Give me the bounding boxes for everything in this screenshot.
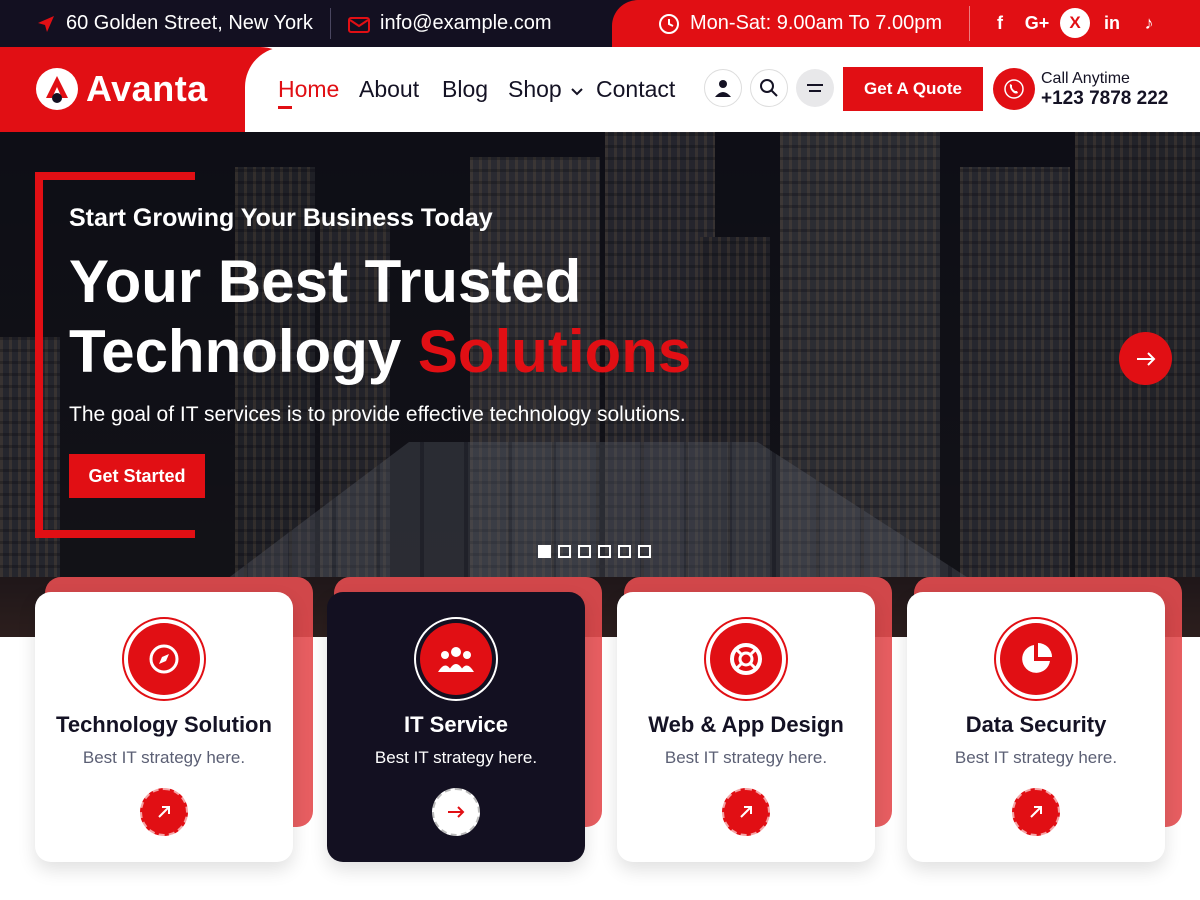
linkedin-icon[interactable]: in bbox=[1097, 8, 1127, 38]
arrow-up-right-icon bbox=[1030, 806, 1042, 818]
user-icon bbox=[715, 80, 731, 97]
card-title: Technology Solution bbox=[56, 712, 272, 737]
email-item[interactable]: info@example.com bbox=[348, 0, 551, 47]
nav-blog[interactable]: Blog bbox=[442, 74, 488, 104]
arrow-right-icon bbox=[1136, 351, 1155, 366]
tiktok-icon[interactable]: ♪ bbox=[1134, 8, 1164, 38]
hero-description: The goal of IT services is to provide ef… bbox=[69, 403, 686, 426]
slider-dots bbox=[538, 545, 651, 558]
hero-frame-left bbox=[35, 172, 43, 538]
slider-dot[interactable] bbox=[618, 545, 631, 558]
email-text[interactable]: info@example.com bbox=[380, 12, 551, 35]
pie-chart-icon bbox=[1022, 643, 1052, 673]
topbar-red-panel: Mon-Sat: 9.00am To 7.00pm f G+ X in ♪ bbox=[612, 0, 1200, 47]
clock-icon bbox=[659, 13, 679, 34]
menu-button[interactable] bbox=[796, 69, 834, 107]
hero-slider: Start Growing Your Business Today Your B… bbox=[0, 132, 1200, 637]
topbar-divider bbox=[330, 8, 331, 39]
slider-dot[interactable] bbox=[558, 545, 571, 558]
arrow-up-right-icon bbox=[158, 806, 170, 818]
call-number[interactable]: +123 7878 222 bbox=[1041, 88, 1168, 110]
nav-active-underline bbox=[278, 106, 292, 109]
arrow-up-right-icon bbox=[740, 806, 752, 818]
menu-icon bbox=[807, 84, 823, 92]
card-arrow-button[interactable] bbox=[432, 788, 480, 836]
logo-text[interactable]: Avanta bbox=[86, 67, 208, 111]
nav-about[interactable]: About bbox=[359, 74, 419, 104]
phone-icon bbox=[993, 68, 1035, 110]
call-label: Call Anytime bbox=[1041, 70, 1130, 87]
card-arrow-button[interactable] bbox=[140, 788, 188, 836]
top-bar: 60 Golden Street, New York info@example.… bbox=[0, 0, 1200, 47]
hero-title-highlight: Solutions bbox=[417, 318, 692, 385]
chevron-down-icon bbox=[571, 88, 583, 96]
service-card-it-service[interactable]: IT Service Best IT strategy here. bbox=[327, 592, 585, 862]
google-plus-icon[interactable]: G+ bbox=[1022, 8, 1052, 38]
hours-text: Mon-Sat: 9.00am To 7.00pm bbox=[690, 12, 942, 34]
lifebuoy-icon bbox=[730, 643, 762, 675]
card-arrow-button[interactable] bbox=[1012, 788, 1060, 836]
slider-dot[interactable] bbox=[578, 545, 591, 558]
card-title: Web & App Design bbox=[648, 712, 844, 737]
address-text: 60 Golden Street, New York bbox=[66, 12, 313, 34]
users-icon bbox=[438, 647, 474, 672]
card-icon-ring bbox=[122, 617, 206, 701]
get-a-quote-button[interactable]: Get A Quote bbox=[843, 67, 983, 111]
nav-shop[interactable]: Shop bbox=[508, 74, 584, 104]
card-text: Best IT strategy here. bbox=[664, 748, 828, 767]
hours-item: Mon-Sat: 9.00am To 7.00pm bbox=[658, 0, 942, 47]
card-arrow-button[interactable] bbox=[722, 788, 770, 836]
page: 60 Golden Street, New York info@example.… bbox=[0, 0, 1200, 900]
hero-title-line2: Technology Solutions bbox=[69, 317, 691, 387]
topbar-red-divider bbox=[969, 6, 970, 41]
logo-mark-icon[interactable] bbox=[36, 68, 78, 110]
mail-icon bbox=[348, 16, 370, 33]
facebook-icon[interactable]: f bbox=[985, 8, 1015, 38]
compass-icon bbox=[149, 644, 179, 674]
hero-frame-bottom bbox=[35, 530, 195, 538]
card-title: Data Security bbox=[965, 712, 1107, 737]
slider-dot[interactable] bbox=[538, 545, 551, 558]
service-card-technology-solution[interactable]: Technology Solution Best IT strategy her… bbox=[35, 592, 293, 862]
card-icon-ring bbox=[704, 617, 788, 701]
service-card-web-app-design[interactable]: Web & App Design Best IT strategy here. bbox=[617, 592, 875, 862]
card-text: Best IT strategy here. bbox=[82, 748, 246, 767]
hero-subtitle: Start Growing Your Business Today bbox=[69, 204, 493, 232]
get-started-button[interactable]: Get Started bbox=[69, 454, 205, 498]
nav-home[interactable]: Home bbox=[278, 74, 339, 104]
hero-title: Your Best Trusted Technology Solutions bbox=[69, 247, 691, 387]
card-text: Best IT strategy here. bbox=[374, 748, 538, 767]
slider-dot[interactable] bbox=[638, 545, 651, 558]
user-button[interactable] bbox=[704, 69, 742, 107]
card-icon-ring bbox=[994, 617, 1078, 701]
service-card-data-security[interactable]: Data Security Best IT strategy here. bbox=[907, 592, 1165, 862]
card-icon-ring bbox=[414, 617, 498, 701]
arrow-right-icon bbox=[448, 806, 465, 818]
nav-contact[interactable]: Contact bbox=[596, 74, 675, 104]
hero-title-line1: Your Best Trusted bbox=[69, 248, 582, 315]
card-text: Best IT strategy here. bbox=[954, 748, 1118, 767]
nav-shop-label: Shop bbox=[508, 76, 562, 102]
slider-next-button[interactable] bbox=[1119, 332, 1172, 385]
hero-frame-top bbox=[35, 172, 195, 180]
card-title: IT Service bbox=[404, 712, 508, 737]
x-icon[interactable]: X bbox=[1060, 8, 1090, 38]
address-item: 60 Golden Street, New York bbox=[36, 0, 313, 47]
search-button[interactable] bbox=[750, 69, 788, 107]
slider-dot[interactable] bbox=[598, 545, 611, 558]
search-icon bbox=[760, 79, 778, 97]
hero-title-white: Technology bbox=[69, 318, 402, 385]
location-arrow-icon bbox=[38, 15, 54, 32]
main-header: Avanta Home About Blog Shop Contact Get … bbox=[0, 47, 1200, 132]
